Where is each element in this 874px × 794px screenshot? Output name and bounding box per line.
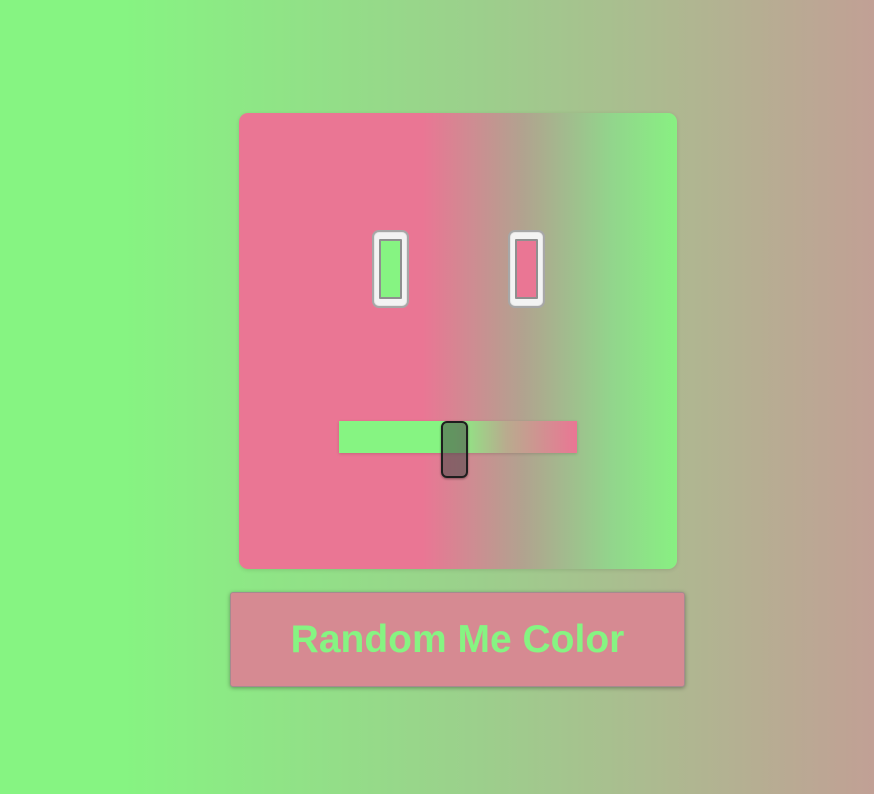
left-eye xyxy=(372,230,409,308)
left-eye-pupil xyxy=(379,239,402,299)
mouth-slider-thumb[interactable] xyxy=(441,421,468,478)
face-card xyxy=(239,113,677,569)
random-color-button[interactable]: Random Me Color xyxy=(230,592,685,687)
right-eye-pupil xyxy=(515,239,538,299)
right-eye xyxy=(508,230,545,308)
